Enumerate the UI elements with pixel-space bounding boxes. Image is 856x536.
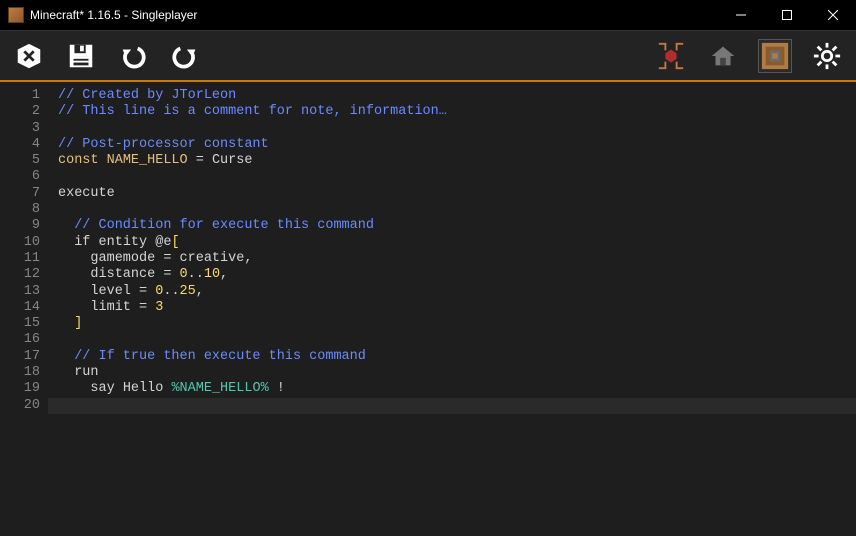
code-area[interactable]: // Created by JTorLeon// This line is a …	[48, 82, 856, 536]
code-line[interactable]: // Condition for execute this command	[58, 218, 856, 234]
redo-button[interactable]	[168, 39, 202, 73]
line-number: 13	[0, 284, 40, 300]
line-number: 5	[0, 153, 40, 169]
line-number: 3	[0, 121, 40, 137]
code-editor[interactable]: 1234567891011121314151617181920 // Creat…	[0, 82, 856, 536]
app-icon	[8, 7, 24, 23]
line-number: 11	[0, 251, 40, 267]
code-line[interactable]: // Post-processor constant	[58, 137, 856, 153]
redstone-icon	[656, 41, 686, 71]
gear-icon	[812, 41, 842, 71]
line-number: 1	[0, 88, 40, 104]
save-button[interactable]	[64, 39, 98, 73]
code-line[interactable]: const NAME_HELLO = Curse	[58, 153, 856, 169]
home-button[interactable]	[706, 39, 740, 73]
maximize-icon	[782, 10, 792, 20]
code-line[interactable]: execute	[58, 186, 856, 202]
code-line[interactable]: distance = 0..10,	[58, 267, 856, 283]
line-number: 10	[0, 235, 40, 251]
home-icon	[708, 41, 738, 71]
window-title: Minecraft* 1.16.5 - Singleplayer	[30, 8, 197, 22]
line-number: 2	[0, 104, 40, 120]
line-number: 12	[0, 267, 40, 283]
undo-icon	[118, 41, 148, 71]
code-line[interactable]: // If true then execute this command	[58, 349, 856, 365]
settings-button[interactable]	[810, 39, 844, 73]
code-line[interactable]: level = 0..25,	[58, 284, 856, 300]
window-maximize-button[interactable]	[764, 0, 810, 30]
code-line[interactable]: if entity @e[	[58, 235, 856, 251]
close-icon	[828, 10, 838, 20]
code-line[interactable]	[58, 121, 856, 137]
line-number-gutter: 1234567891011121314151617181920	[0, 82, 48, 536]
close-editor-button[interactable]	[12, 39, 46, 73]
editor-toolbar	[0, 30, 856, 82]
line-number: 8	[0, 202, 40, 218]
line-number: 15	[0, 316, 40, 332]
code-line[interactable]	[58, 169, 856, 185]
code-line[interactable]: ]	[58, 316, 856, 332]
line-number: 19	[0, 381, 40, 397]
redstone-button[interactable]	[654, 39, 688, 73]
code-line[interactable]: say Hello %NAME_HELLO% !	[58, 381, 856, 397]
commandblock-icon	[760, 41, 790, 71]
code-line[interactable]	[58, 332, 856, 348]
line-number: 16	[0, 332, 40, 348]
code-line[interactable]: gamemode = creative,	[58, 251, 856, 267]
undo-button[interactable]	[116, 39, 150, 73]
code-line[interactable]	[58, 398, 856, 414]
redo-icon	[170, 41, 200, 71]
code-line[interactable]	[58, 202, 856, 218]
line-number: 20	[0, 398, 40, 414]
window-titlebar: Minecraft* 1.16.5 - Singleplayer	[0, 0, 856, 30]
line-number: 14	[0, 300, 40, 316]
line-number: 18	[0, 365, 40, 381]
code-line[interactable]: // This line is a comment for note, info…	[58, 104, 856, 120]
line-number: 9	[0, 218, 40, 234]
commandblock-button[interactable]	[758, 39, 792, 73]
code-line[interactable]: run	[58, 365, 856, 381]
close-editor-icon	[14, 41, 44, 71]
window-minimize-button[interactable]	[718, 0, 764, 30]
minimize-icon	[736, 10, 746, 20]
code-line[interactable]: limit = 3	[58, 300, 856, 316]
window-close-button[interactable]	[810, 0, 856, 30]
line-number: 17	[0, 349, 40, 365]
line-number: 7	[0, 186, 40, 202]
line-number: 6	[0, 169, 40, 185]
line-number: 4	[0, 137, 40, 153]
code-line[interactable]: // Created by JTorLeon	[58, 88, 856, 104]
save-icon	[66, 41, 96, 71]
